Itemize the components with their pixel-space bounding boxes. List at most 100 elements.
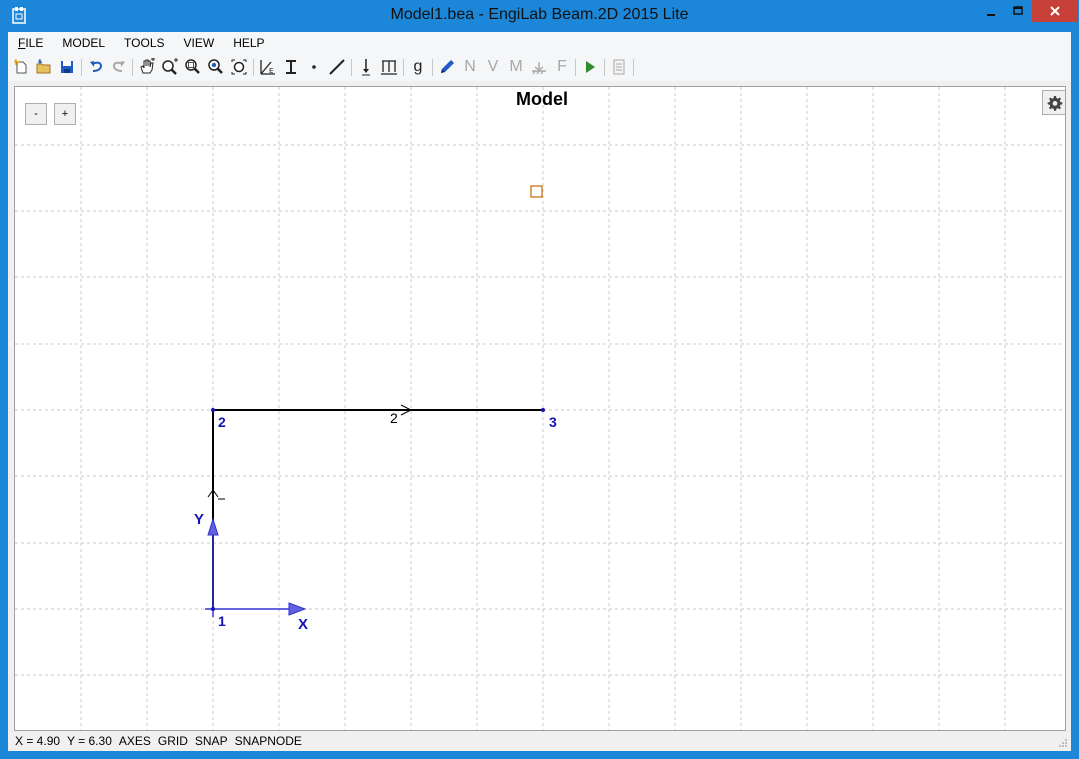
- shear-force-icon: V: [487, 58, 499, 75]
- moment-icon: M: [509, 58, 523, 75]
- menu-view[interactable]: VIEW: [184, 36, 215, 50]
- close-button[interactable]: [1032, 0, 1078, 22]
- save-button[interactable]: [57, 57, 77, 77]
- zoom-in-icon: [162, 58, 178, 75]
- distributed-load-icon: [381, 60, 397, 75]
- run-icon: [586, 61, 595, 73]
- support-icon: [532, 62, 546, 75]
- node-label: 3: [549, 414, 557, 430]
- toolbar-separator: [604, 59, 605, 76]
- axes-toggle[interactable]: AXES: [119, 734, 151, 748]
- pan-icon: [140, 58, 155, 74]
- node-2[interactable]: [211, 408, 215, 412]
- new-file-icon: [14, 59, 27, 74]
- application-window: Model1.bea - EngiLab Beam.2D 2015 Lite F…: [0, 0, 1079, 759]
- x-axis-arrowhead: [288, 602, 307, 616]
- gravity-icon: g: [413, 58, 423, 75]
- open-button[interactable]: [34, 57, 54, 77]
- section-button[interactable]: [281, 57, 301, 77]
- edit-button[interactable]: [437, 57, 457, 77]
- redo-icon: [112, 61, 125, 72]
- title-bar[interactable]: Model1.bea - EngiLab Beam.2D 2015 Lite: [0, 0, 1079, 32]
- minimize-button[interactable]: [976, 0, 1006, 22]
- y-axis-arrowhead: [207, 517, 219, 536]
- resize-grip-icon[interactable]: [1058, 738, 1068, 748]
- node-label: 2: [218, 414, 226, 430]
- force-icon: F: [557, 58, 567, 75]
- point-load-button[interactable]: [356, 57, 376, 77]
- toolbar-separator: [432, 59, 433, 76]
- undo-icon: [90, 61, 103, 72]
- pan-button[interactable]: [137, 57, 157, 77]
- report-icon: [613, 59, 625, 75]
- menu-help[interactable]: HELP: [233, 36, 264, 50]
- shear-force-button[interactable]: V: [483, 57, 503, 77]
- zoom-out-button[interactable]: -: [25, 103, 47, 125]
- run-button[interactable]: [580, 57, 600, 77]
- open-file-icon: [36, 59, 51, 74]
- force-button[interactable]: F: [552, 57, 572, 77]
- gravity-button[interactable]: g: [408, 57, 428, 77]
- moment-button[interactable]: M: [506, 57, 526, 77]
- close-icon: [1050, 6, 1060, 16]
- section-icon: [286, 60, 296, 74]
- settings-button[interactable]: [1042, 90, 1065, 115]
- node-3[interactable]: [541, 408, 545, 412]
- selection-marker[interactable]: [530, 185, 543, 198]
- snap-toggle[interactable]: SNAP: [195, 734, 228, 748]
- grid-toggle[interactable]: GRID: [158, 734, 188, 748]
- zoom-in-button[interactable]: [160, 57, 180, 77]
- toolbar-separator: [132, 59, 133, 76]
- gear-icon: [1047, 95, 1062, 111]
- toolbar-separator: [81, 59, 82, 76]
- toolbar-separator: [403, 59, 404, 76]
- canvas-title: Model: [516, 89, 568, 109]
- new-button[interactable]: [11, 57, 31, 77]
- maximize-icon: [1013, 6, 1023, 15]
- element-direction-arrow: [207, 489, 225, 500]
- undo-button[interactable]: [86, 57, 106, 77]
- support-button[interactable]: [529, 57, 549, 77]
- svg-text:E: E: [269, 67, 273, 75]
- zoom-previous-icon: [231, 59, 247, 75]
- toolbar-separator: [253, 59, 254, 76]
- minimize-icon: [987, 14, 995, 16]
- model-canvas[interactable]: Model 2 X Y 1 2 3 - +: [14, 86, 1066, 731]
- toolbar: E g N V M F: [8, 54, 1071, 81]
- report-button[interactable]: [609, 57, 629, 77]
- redo-button[interactable]: [109, 57, 129, 77]
- x-axis-label: X: [298, 616, 308, 633]
- edit-icon: [441, 60, 454, 73]
- zoom-in-small-button[interactable]: +: [54, 103, 76, 125]
- menu-file[interactable]: FILE: [18, 36, 43, 50]
- toolbar-separator: [575, 59, 576, 76]
- menu-tools[interactable]: TOOLS: [124, 36, 164, 50]
- model-drawing[interactable]: Model 2 X Y 1 2 3: [15, 87, 1065, 730]
- grid: [15, 87, 1065, 730]
- snapnode-toggle[interactable]: SNAPNODE: [235, 734, 302, 748]
- menu-model[interactable]: MODEL: [62, 36, 105, 50]
- distributed-load-button[interactable]: [379, 57, 399, 77]
- maximize-button[interactable]: [1004, 0, 1032, 22]
- client-area: FILE MODEL TOOLS VIEW HELP E g N V M F M…: [8, 32, 1071, 751]
- element-button[interactable]: [327, 57, 347, 77]
- material-icon: E: [260, 60, 275, 75]
- zoom-extents-button[interactable]: [206, 57, 226, 77]
- toolbar-separator: [633, 59, 634, 76]
- node-icon: [312, 65, 316, 69]
- node-button[interactable]: [304, 57, 324, 77]
- save-icon: [61, 61, 73, 73]
- axial-force-button[interactable]: N: [460, 57, 480, 77]
- zoom-previous-button[interactable]: [229, 57, 249, 77]
- node-label: 1: [218, 613, 226, 629]
- node-1[interactable]: [211, 607, 215, 611]
- zoom-window-button[interactable]: [183, 57, 203, 77]
- material-button[interactable]: E: [258, 57, 278, 77]
- window-title: Model1.bea - EngiLab Beam.2D 2015 Lite: [390, 6, 689, 23]
- menu-bar: FILE MODEL TOOLS VIEW HELP: [8, 32, 1071, 54]
- point-load-icon: [362, 59, 370, 76]
- element-label: 2: [390, 410, 398, 426]
- element-icon: [329, 59, 345, 75]
- toolbar-separator: [351, 59, 352, 76]
- axial-force-icon: N: [464, 58, 476, 75]
